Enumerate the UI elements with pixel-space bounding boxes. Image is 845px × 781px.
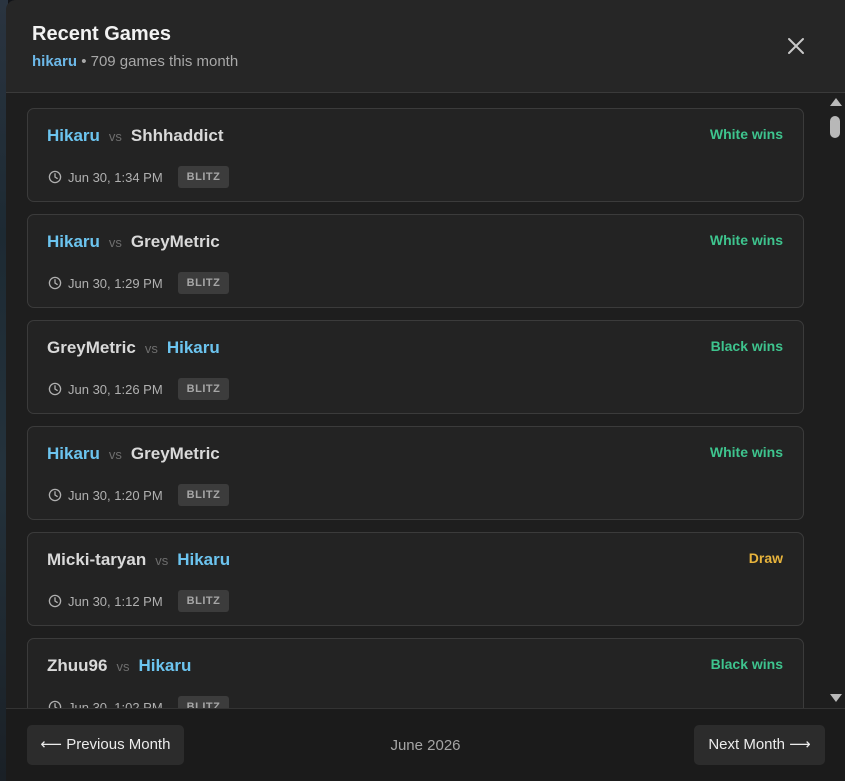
vs-label: vs <box>116 659 130 674</box>
game-result: Draw <box>748 550 783 566</box>
time-control-badge: BLITZ <box>177 166 230 188</box>
scroll-down-arrow-icon[interactable] <box>830 694 842 702</box>
scrollbar-thumb[interactable] <box>830 116 840 138</box>
game-result: Black wins <box>710 338 783 354</box>
white-player-name[interactable]: Hikaru <box>47 126 100 145</box>
game-players: Hikaru vs GreyMetric <box>47 444 220 464</box>
game-meta: Jun 30, 1:29 PM BLITZ <box>48 272 230 294</box>
clock-icon <box>48 488 62 502</box>
game-time: Jun 30, 1:26 PM <box>68 381 163 397</box>
game-players: Hikaru vs GreyMetric <box>47 232 220 252</box>
scroll-up-arrow-icon[interactable] <box>830 98 842 106</box>
game-meta: Jun 30, 1:34 PM BLITZ <box>48 166 230 188</box>
clock-icon <box>48 382 62 396</box>
game-card[interactable]: Hikaru vs GreyMetric White wins Jun 30, 1:20… <box>27 426 804 520</box>
close-button[interactable] <box>784 34 808 58</box>
game-result: Black wins <box>710 656 783 672</box>
game-meta: Jun 30, 1:20 PM BLITZ <box>48 484 230 506</box>
game-time: Jun 30, 1:12 PM <box>68 593 163 609</box>
time-control-badge: BLITZ <box>177 696 230 708</box>
games-count-text: • 709 games this month <box>81 53 239 70</box>
white-player-name[interactable]: GreyMetric <box>47 338 136 357</box>
clock-icon <box>48 594 62 608</box>
game-card[interactable]: Hikaru vs GreyMetric White wins Jun 30, 1:29… <box>27 214 804 308</box>
close-icon <box>788 38 804 54</box>
game-time: Jun 30, 1:20 PM <box>68 487 163 503</box>
black-player-name[interactable]: GreyMetric <box>131 444 220 463</box>
black-player-name[interactable]: Hikaru <box>138 656 191 675</box>
time-control-badge: BLITZ <box>177 484 230 506</box>
game-time: Jun 30, 1:34 PM <box>68 169 163 185</box>
clock-icon <box>48 276 62 290</box>
scrollbar[interactable] <box>828 96 842 708</box>
time-control-badge: BLITZ <box>177 378 230 400</box>
game-card[interactable]: GreyMetric vs Hikaru Black wins Jun 30, 1:26… <box>27 320 804 414</box>
clock-icon <box>48 170 62 184</box>
white-player-name[interactable]: Hikaru <box>47 444 100 463</box>
game-card[interactable]: Hikaru vs Shhhaddict White wins Jun 30, 1:34… <box>27 108 804 202</box>
vs-label: vs <box>108 447 122 462</box>
game-card[interactable]: Micki-taryan vs Hikaru Draw Jun 30, 1:12 PM B… <box>27 532 804 626</box>
modal-title: Recent Games <box>32 23 171 45</box>
white-player-name[interactable]: Zhuu96 <box>47 656 107 675</box>
game-meta: Jun 30, 1:26 PM BLITZ <box>48 378 230 400</box>
black-player-name[interactable]: Hikaru <box>167 338 220 357</box>
game-players: Hikaru vs Shhhaddict <box>47 126 223 146</box>
clock-icon <box>48 700 62 708</box>
game-result: White wins <box>709 444 783 460</box>
game-players: Zhuu96 vs Hikaru <box>47 656 191 676</box>
game-time: Jun 30, 1:29 PM <box>68 275 163 291</box>
white-player-name[interactable]: Hikaru <box>47 232 100 251</box>
vs-label: vs <box>108 129 122 144</box>
game-meta: Jun 30, 1:02 PM BLITZ <box>48 696 230 709</box>
username-link[interactable]: hikaru <box>32 53 77 70</box>
black-player-name[interactable]: GreyMetric <box>131 232 220 251</box>
time-control-badge: BLITZ <box>177 272 230 294</box>
next-month-button[interactable]: Next Month ⟶ <box>694 725 825 765</box>
modal-subtitle: hikaru • 709 games this month <box>32 53 238 70</box>
vs-label: vs <box>155 553 169 568</box>
game-meta: Jun 30, 1:12 PM BLITZ <box>48 590 230 612</box>
vs-label: vs <box>108 235 122 250</box>
games-list[interactable]: Hikaru vs Shhhaddict White wins Jun 30, 1:34… <box>6 93 845 708</box>
time-control-badge: BLITZ <box>177 590 230 612</box>
recent-games-modal: Recent Games hikaru • 709 games this mon… <box>6 0 845 781</box>
game-players: GreyMetric vs Hikaru <box>47 338 220 358</box>
game-result: White wins <box>709 232 783 248</box>
game-time: Jun 30, 1:02 PM <box>68 699 163 709</box>
modal-footer: ⟵ Previous Month June 2026 Next Month ⟶ <box>6 708 845 781</box>
black-player-name[interactable]: Hikaru <box>177 550 230 569</box>
modal-header: Recent Games hikaru • 709 games this mon… <box>6 0 845 93</box>
game-result: White wins <box>709 126 783 142</box>
game-card[interactable]: Zhuu96 vs Hikaru Black wins Jun 30, 1:02 PM B… <box>27 638 804 708</box>
game-players: Micki-taryan vs Hikaru <box>47 550 230 570</box>
vs-label: vs <box>144 341 158 356</box>
black-player-name[interactable]: Shhhaddict <box>131 126 224 145</box>
white-player-name[interactable]: Micki-taryan <box>47 550 146 569</box>
